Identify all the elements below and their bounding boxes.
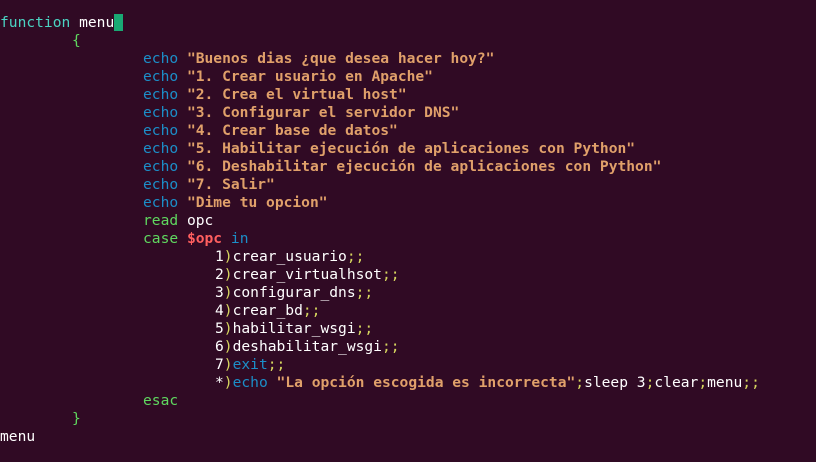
read-line: read opc	[0, 212, 816, 230]
echo-line: echo "1. Crear usuario en Apache"	[0, 68, 816, 86]
echo-string: "Dime tu opcion"	[186, 194, 328, 211]
menu-call: menu	[0, 428, 36, 445]
case-paren: )	[223, 356, 233, 373]
echo-string: "5. Habilitar ejecución de aplicaciones …	[186, 140, 636, 157]
case-paren: )	[223, 302, 233, 319]
case-line: case $opc in	[0, 230, 816, 248]
echo-line: echo "Dime tu opcion"	[0, 194, 816, 212]
case-terminator: ;;	[355, 284, 374, 301]
echo-line: echo "4. Crear base de datos"	[0, 122, 816, 140]
case-option-line: 5)habilitar_wsgi;;	[0, 320, 816, 338]
in-keyword: in	[230, 230, 249, 247]
case-option-line: 2)crear_virtualhsot;;	[0, 266, 816, 284]
text-cursor	[114, 14, 124, 31]
echo-line: echo "6. Deshabilitar ejecución de aplic…	[0, 158, 816, 176]
case-number: 6	[215, 338, 224, 355]
echo-command: echo	[143, 68, 179, 85]
case-action: habilitar_wsgi	[232, 320, 356, 337]
function-keyword: function	[0, 14, 71, 31]
case-paren: )	[223, 338, 233, 355]
menu-call: menu	[707, 374, 743, 391]
close-brace-line: }	[0, 410, 816, 428]
esac-line: esac	[0, 392, 816, 410]
case-number: 2	[215, 266, 224, 283]
case-action: crear_virtualhsot	[232, 266, 382, 283]
case-default-line: *)echo "La opción escogida es incorrecta…	[0, 374, 816, 392]
echo-string: "2. Crea el virtual host"	[186, 86, 407, 103]
case-action: crear_usuario	[232, 248, 347, 265]
read-command: read	[143, 212, 179, 229]
case-paren: )	[223, 284, 233, 301]
read-argument: opc	[178, 212, 214, 229]
clear-command: clear	[654, 374, 699, 391]
open-brace-line: {	[0, 32, 816, 50]
case-number: 3	[215, 284, 224, 301]
echo-line: echo "3. Configurar el servidor DNS"	[0, 104, 816, 122]
echo-command: echo	[143, 158, 179, 175]
case-terminator: ;;	[742, 374, 760, 391]
terminal-window[interactable]: function menu { echo "Buenos dias ¿que d…	[0, 0, 816, 462]
case-number: 5	[215, 320, 224, 337]
case-terminator: ;;	[381, 338, 400, 355]
case-option-line: 6)deshabilitar_wsgi;;	[0, 338, 816, 356]
echo-command: echo	[143, 86, 179, 103]
echo-string: "1. Crear usuario en Apache"	[186, 68, 433, 85]
case-terminator: ;;	[355, 320, 374, 337]
case-terminator: ;;	[302, 302, 321, 319]
case-variable: $opc	[186, 230, 223, 247]
function-declaration-line: function menu	[0, 14, 816, 32]
case-paren: )	[223, 374, 233, 391]
case-wildcard: *	[215, 374, 224, 391]
case-terminator: ;;	[267, 356, 286, 373]
menu-invocation-line: menu	[0, 428, 816, 446]
case-paren: )	[223, 320, 233, 337]
case-option-line: 3)configurar_dns;;	[0, 284, 816, 302]
case-terminator: ;;	[346, 248, 365, 265]
echo-command: echo	[143, 176, 179, 193]
echo-string: "7. Salir"	[186, 176, 275, 193]
case-exit-line: 7)exit;;	[0, 356, 816, 374]
close-brace: }	[72, 410, 81, 427]
case-terminator: ;;	[381, 266, 400, 283]
echo-line: echo "2. Crea el virtual host"	[0, 86, 816, 104]
echo-command: echo	[143, 140, 179, 157]
open-brace: {	[72, 32, 81, 49]
echo-string: "6. Deshabilitar ejecución de aplicacion…	[186, 158, 662, 175]
sleep-command: sleep 3	[584, 374, 646, 391]
exit-command: exit	[232, 356, 268, 373]
separator: ;	[575, 374, 585, 391]
case-keyword: case	[143, 230, 179, 247]
esac-keyword: esac	[143, 392, 179, 409]
case-number: 1	[215, 248, 224, 265]
echo-line: echo "7. Salir"	[0, 176, 816, 194]
echo-line: echo "5. Habilitar ejecución de aplicaci…	[0, 140, 816, 158]
case-option-line: 4)crear_bd;;	[0, 302, 816, 320]
echo-command: echo	[143, 50, 179, 67]
function-name: menu	[70, 14, 115, 31]
echo-command: echo	[143, 122, 179, 139]
case-action: crear_bd	[232, 302, 303, 319]
case-number: 7	[215, 356, 224, 373]
case-paren: )	[223, 248, 233, 265]
case-action: deshabilitar_wsgi	[232, 338, 382, 355]
echo-string: "4. Crear base de datos"	[186, 122, 398, 139]
case-option-line: 1)crear_usuario;;	[0, 248, 816, 266]
case-number: 4	[215, 302, 224, 319]
case-paren: )	[223, 266, 233, 283]
echo-command: echo	[232, 374, 268, 391]
echo-string: "3. Configurar el servidor DNS"	[186, 104, 460, 121]
echo-string: "La opción escogida es incorrecta"	[276, 374, 576, 391]
separator: ;	[698, 374, 708, 391]
echo-command: echo	[143, 194, 179, 211]
case-action: configurar_dns	[232, 284, 356, 301]
echo-line: echo "Buenos dias ¿que desea hacer hoy?"	[0, 50, 816, 68]
echo-command: echo	[143, 104, 179, 121]
echo-string: "Buenos dias ¿que desea hacer hoy?"	[186, 50, 495, 67]
